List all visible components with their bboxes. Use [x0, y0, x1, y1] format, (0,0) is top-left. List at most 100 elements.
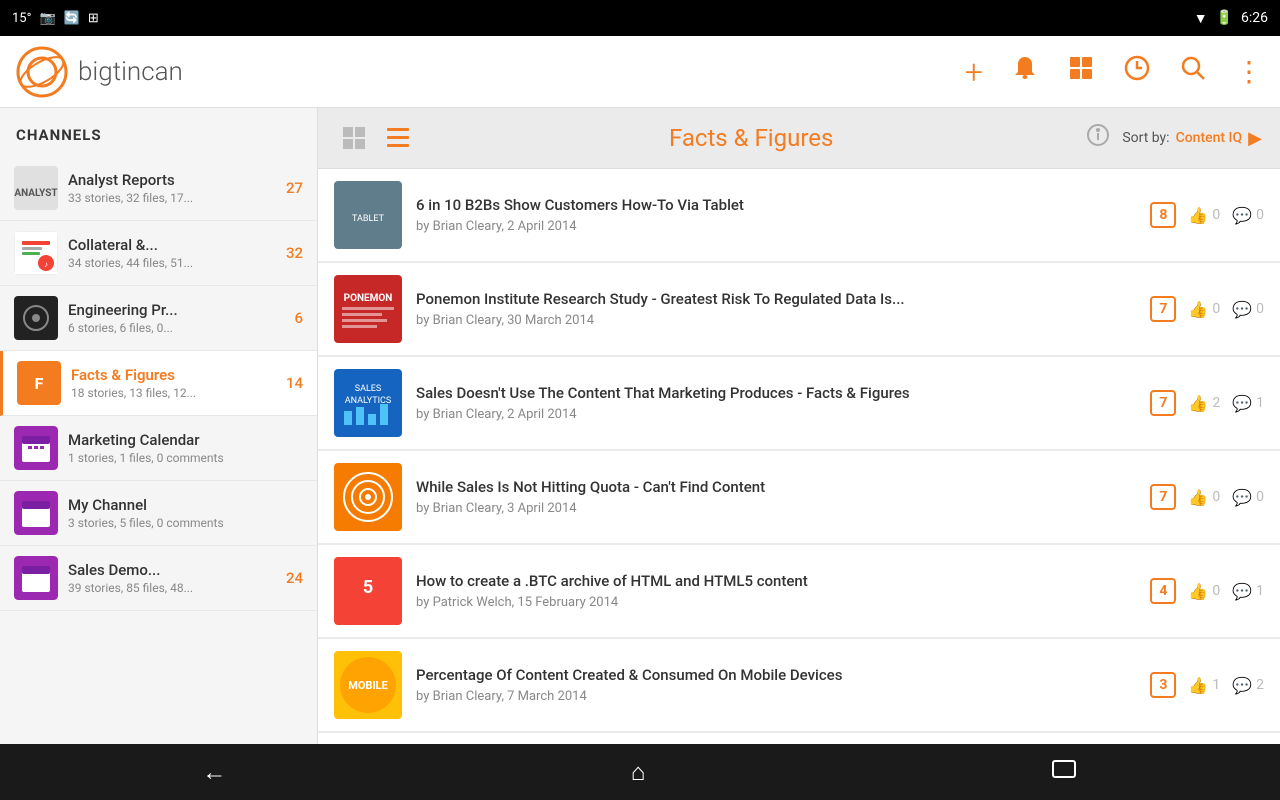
- channel-thumb: ♪: [14, 231, 58, 275]
- list-view-toggle[interactable]: [380, 120, 416, 156]
- story-item[interactable]: TABLET 6 in 10 B2Bs Show Customers How-T…: [318, 169, 1280, 261]
- like-icon: 👍: [1188, 394, 1208, 413]
- comment-icon: 💬: [1232, 394, 1252, 413]
- info-icon[interactable]: [1086, 123, 1110, 153]
- story-author: by Brian Cleary, 30 March 2014: [416, 313, 1150, 328]
- sort-value: Content IQ: [1176, 130, 1243, 146]
- notifications-button[interactable]: [1011, 54, 1039, 89]
- story-item[interactable]: 5 How to create a .BTC archive of HTML a…: [318, 545, 1280, 637]
- comment-area: 💬 2: [1232, 676, 1264, 695]
- recents-button[interactable]: [1050, 758, 1078, 786]
- iq-badge: 7: [1150, 390, 1176, 416]
- channel-item-sales-demo[interactable]: Sales Demo... 39 stories, 85 files, 48..…: [0, 546, 317, 611]
- comment-count: 0: [1256, 301, 1264, 317]
- comment-count: 2: [1256, 677, 1264, 693]
- channel-thumb: ANALYST: [14, 166, 58, 210]
- bottom-nav: ← ⌂: [0, 744, 1280, 800]
- story-item[interactable]: SALES Tablet Technology Used By Sales To…: [318, 733, 1280, 744]
- like-icon: 👍: [1188, 300, 1208, 319]
- channel-name: Analyst Reports: [68, 171, 271, 189]
- story-title: Ponemon Institute Research Study - Great…: [416, 290, 1150, 310]
- story-author: by Brian Cleary, 2 April 2014: [416, 407, 1150, 422]
- back-button[interactable]: ←: [202, 758, 226, 787]
- story-thumbnail: MOBILE: [334, 651, 402, 719]
- like-count: 2: [1212, 395, 1220, 411]
- svg-text:MOBILE: MOBILE: [348, 679, 388, 692]
- story-author: by Brian Cleary, 3 April 2014: [416, 501, 1150, 516]
- channel-item-marketing-calendar[interactable]: Marketing Calendar 1 stories, 1 files, 0…: [0, 416, 317, 481]
- content-panel: Facts & Figures Sort by: Content IQ ▶ TA…: [318, 108, 1280, 744]
- logo-area: bigtincan: [16, 46, 965, 98]
- comment-icon: 💬: [1232, 676, 1252, 695]
- story-meta: 8 👍 0 💬 0: [1150, 202, 1264, 228]
- status-left: 15° 📷 🔄 ⊞: [12, 11, 99, 26]
- channel-item-analyst-reports[interactable]: ANALYST Analyst Reports 33 stories, 32 f…: [0, 156, 317, 221]
- comment-area: 💬 0: [1232, 300, 1264, 319]
- status-bar: 15° 📷 🔄 ⊞ ▼ 🔋 6:26: [0, 0, 1280, 36]
- svg-text:♪: ♪: [44, 260, 48, 269]
- story-author: by Patrick Welch, 15 February 2014: [416, 595, 1150, 610]
- story-author: by Brian Cleary, 7 March 2014: [416, 689, 1150, 704]
- comment-count: 0: [1256, 489, 1264, 505]
- history-button[interactable]: [1123, 54, 1151, 89]
- channel-thumb: [14, 296, 58, 340]
- status-temp: 15°: [12, 11, 31, 26]
- channel-item-my-channel[interactable]: My Channel 3 stories, 5 files, 0 comment…: [0, 481, 317, 546]
- main-area: CHANNELS ANALYST Analyst Reports 33 stor…: [0, 108, 1280, 744]
- search-button[interactable]: [1179, 54, 1207, 89]
- channel-meta: 33 stories, 32 files, 17...: [68, 191, 271, 205]
- story-thumbnail: 5: [334, 557, 402, 625]
- view-toggle: [336, 120, 416, 156]
- channel-info: Collateral &... 34 stories, 44 files, 51…: [68, 236, 271, 270]
- like-count: 1: [1212, 677, 1220, 693]
- like-count: 0: [1212, 489, 1220, 505]
- more-button[interactable]: ⋮: [1235, 55, 1264, 88]
- channel-meta: 18 stories, 13 files, 12...: [71, 386, 271, 400]
- comment-icon: 💬: [1232, 300, 1252, 319]
- comment-area: 💬 1: [1232, 582, 1264, 601]
- channel-meta: 6 stories, 6 files, 0...: [68, 321, 271, 335]
- home-button[interactable]: ⌂: [631, 758, 646, 787]
- channel-item-facts-figures[interactable]: F Facts & Figures 18 stories, 13 files, …: [0, 351, 317, 416]
- story-title: While Sales Is Not Hitting Quota - Can't…: [416, 478, 1150, 498]
- story-info: Percentage Of Content Created & Consumed…: [416, 666, 1150, 705]
- channel-info: My Channel 3 stories, 5 files, 0 comment…: [68, 496, 303, 530]
- story-title: Percentage Of Content Created & Consumed…: [416, 666, 1150, 686]
- channel-thumb: [14, 426, 58, 470]
- channel-name: Facts & Figures: [71, 366, 271, 384]
- clock: 6:26: [1241, 10, 1268, 26]
- channel-info: Facts & Figures 18 stories, 13 files, 12…: [71, 366, 271, 400]
- iq-badge: 7: [1150, 296, 1176, 322]
- channel-meta: 39 stories, 85 files, 48...: [68, 581, 271, 595]
- grid-view-button[interactable]: [1067, 54, 1095, 89]
- like-icon: 👍: [1188, 582, 1208, 601]
- app-logo: [16, 46, 68, 98]
- add-button[interactable]: +: [965, 53, 983, 91]
- iq-badge: 7: [1150, 484, 1176, 510]
- channel-count: 32: [279, 244, 303, 262]
- story-info: How to create a .BTC archive of HTML and…: [416, 572, 1150, 611]
- story-item[interactable]: MOBILE Percentage Of Content Created & C…: [318, 639, 1280, 731]
- story-item[interactable]: While Sales Is Not Hitting Quota - Can't…: [318, 451, 1280, 543]
- channel-name: Collateral &...: [68, 236, 271, 254]
- like-icon: 👍: [1188, 206, 1208, 225]
- sort-area[interactable]: Sort by: Content IQ ▶: [1122, 128, 1262, 149]
- story-thumbnail: TABLET: [334, 181, 402, 249]
- status-right: ▼ 🔋 6:26: [1194, 10, 1268, 27]
- story-title: Sales Doesn't Use The Content That Marke…: [416, 384, 1150, 404]
- story-list: TABLET 6 in 10 B2Bs Show Customers How-T…: [318, 169, 1280, 744]
- channel-item-engineering[interactable]: Engineering Pr... 6 stories, 6 files, 0.…: [0, 286, 317, 351]
- story-thumbnail: SALESANALYTICS: [334, 369, 402, 437]
- status-camera-icon: 📷: [39, 11, 55, 26]
- comment-icon: 💬: [1232, 206, 1252, 225]
- story-item[interactable]: SALESANALYTICS Sales Doesn't Use The Con…: [318, 357, 1280, 449]
- channel-item-collateral[interactable]: ♪ Collateral &... 34 stories, 44 files, …: [0, 221, 317, 286]
- story-item[interactable]: PONEMON Ponemon Institute Research Study…: [318, 263, 1280, 355]
- channel-info: Marketing Calendar 1 stories, 1 files, 0…: [68, 431, 303, 465]
- channel-name: Engineering Pr...: [68, 301, 271, 319]
- comment-count: 1: [1256, 395, 1264, 411]
- grid-view-toggle[interactable]: [336, 120, 372, 156]
- channel-thumb: [14, 556, 58, 600]
- like-count: 0: [1212, 207, 1220, 223]
- channel-count: 6: [279, 309, 303, 327]
